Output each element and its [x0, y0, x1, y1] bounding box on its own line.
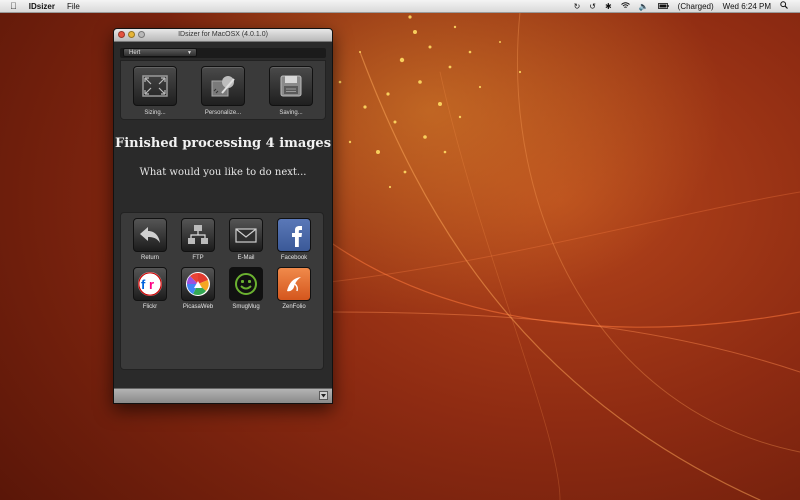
zenfolio-button[interactable]	[277, 267, 311, 301]
preset-dropdown[interactable]: Hert ▼	[123, 48, 197, 57]
resize-icon	[142, 75, 168, 97]
picasaweb-button[interactable]	[181, 267, 215, 301]
flickr-icon: f r	[138, 272, 162, 296]
ftp-network-icon	[188, 225, 208, 244]
wifi-icon[interactable]	[620, 1, 630, 11]
actions-panel: Return FTP E-Mail Facebook f r Flickr Pi…	[120, 212, 324, 370]
personalize-label: Personalize...	[204, 110, 242, 116]
next-step-prompt: What would you like to do next...	[139, 167, 307, 178]
menu-bar:  IDsizer File ↻ ↺ ✱ 🔈 (Charged) Wed 6:2…	[0, 0, 800, 13]
save-disk-icon	[280, 75, 302, 97]
saving-tool[interactable]: Saving...	[261, 66, 321, 116]
sizing-tool[interactable]: Sizing...	[125, 66, 185, 116]
collapse-toggle-button[interactable]	[319, 391, 328, 400]
spotlight-icon[interactable]	[780, 1, 788, 11]
action-return[interactable]: Return	[126, 218, 174, 261]
minimize-window-button[interactable]	[128, 31, 135, 38]
return-arrow-icon	[140, 227, 160, 243]
saving-label: Saving...	[279, 110, 303, 116]
menu-clock[interactable]: Wed 6:24 PM	[723, 2, 771, 11]
window-title: IDsizer for MacOSX (4.0.1.0)	[178, 31, 268, 38]
action-smugmug[interactable]: SmugMug	[222, 267, 270, 310]
preset-bar: Hert ▼	[120, 48, 326, 58]
email-button[interactable]	[229, 218, 263, 252]
preset-value: Hert	[129, 50, 141, 56]
email-label: E-Mail	[237, 255, 255, 261]
return-label: Return	[140, 255, 159, 261]
sync-icon[interactable]: ↻	[574, 2, 581, 11]
battery-status: (Charged)	[677, 1, 714, 11]
picasaweb-label: PicasaWeb	[182, 304, 214, 310]
action-picasaweb[interactable]: PicasaWeb	[174, 267, 222, 310]
time-machine-icon[interactable]: ↺	[589, 2, 596, 11]
zenfolio-icon	[287, 277, 301, 292]
saving-button[interactable]	[269, 66, 313, 106]
status-headline: Finished processing 4 images	[114, 136, 332, 151]
facebook-button[interactable]	[277, 218, 311, 252]
svg-text:f: f	[141, 277, 146, 292]
smugmug-icon	[235, 273, 257, 295]
svg-text:r: r	[149, 277, 154, 292]
bluetooth-icon[interactable]: ✱	[605, 2, 612, 11]
picasaweb-icon	[186, 272, 210, 296]
email-envelope-icon	[235, 228, 257, 243]
zoom-window-button[interactable]	[138, 31, 145, 38]
apple-menu-icon[interactable]: 	[10, 1, 17, 11]
app-menu[interactable]: IDsizer	[29, 2, 55, 11]
return-button[interactable]	[133, 218, 167, 252]
ftp-label: FTP	[192, 255, 204, 261]
personalize-icon	[211, 76, 235, 97]
action-email[interactable]: E-Mail	[222, 218, 270, 261]
action-ftp[interactable]: FTP	[174, 218, 222, 261]
smugmug-button[interactable]	[229, 267, 263, 301]
ftp-button[interactable]	[181, 218, 215, 252]
battery-icon[interactable]	[657, 2, 669, 11]
tool-panel: Sizing... Personalize... Saving...	[120, 60, 326, 120]
facebook-icon	[292, 226, 302, 247]
file-menu[interactable]: File	[67, 2, 80, 11]
sizing-button[interactable]	[133, 66, 177, 106]
flickr-label: Flickr	[142, 304, 158, 310]
smugmug-label: SmugMug	[232, 304, 260, 310]
zenfolio-label: ZenFolio	[282, 304, 306, 310]
status-bar	[114, 388, 332, 403]
action-zenfolio[interactable]: ZenFolio	[270, 267, 318, 310]
chevron-down-icon: ▼	[187, 50, 192, 56]
action-flickr[interactable]: f r Flickr	[126, 267, 174, 310]
personalize-button[interactable]	[201, 66, 245, 106]
sizing-label: Sizing...	[144, 110, 166, 116]
disclosure-arrow-icon	[319, 391, 328, 400]
volume-icon[interactable]: 🔈	[639, 2, 649, 11]
facebook-label: Facebook	[280, 255, 308, 261]
flickr-button[interactable]: f r	[133, 267, 167, 301]
idsizer-window: IDsizer for MacOSX (4.0.1.0) Hert ▼ Sizi…	[113, 28, 333, 404]
title-bar[interactable]: IDsizer for MacOSX (4.0.1.0)	[114, 29, 332, 42]
close-window-button[interactable]	[118, 31, 125, 38]
personalize-tool[interactable]: Personalize...	[193, 66, 253, 116]
action-facebook[interactable]: Facebook	[270, 218, 318, 261]
